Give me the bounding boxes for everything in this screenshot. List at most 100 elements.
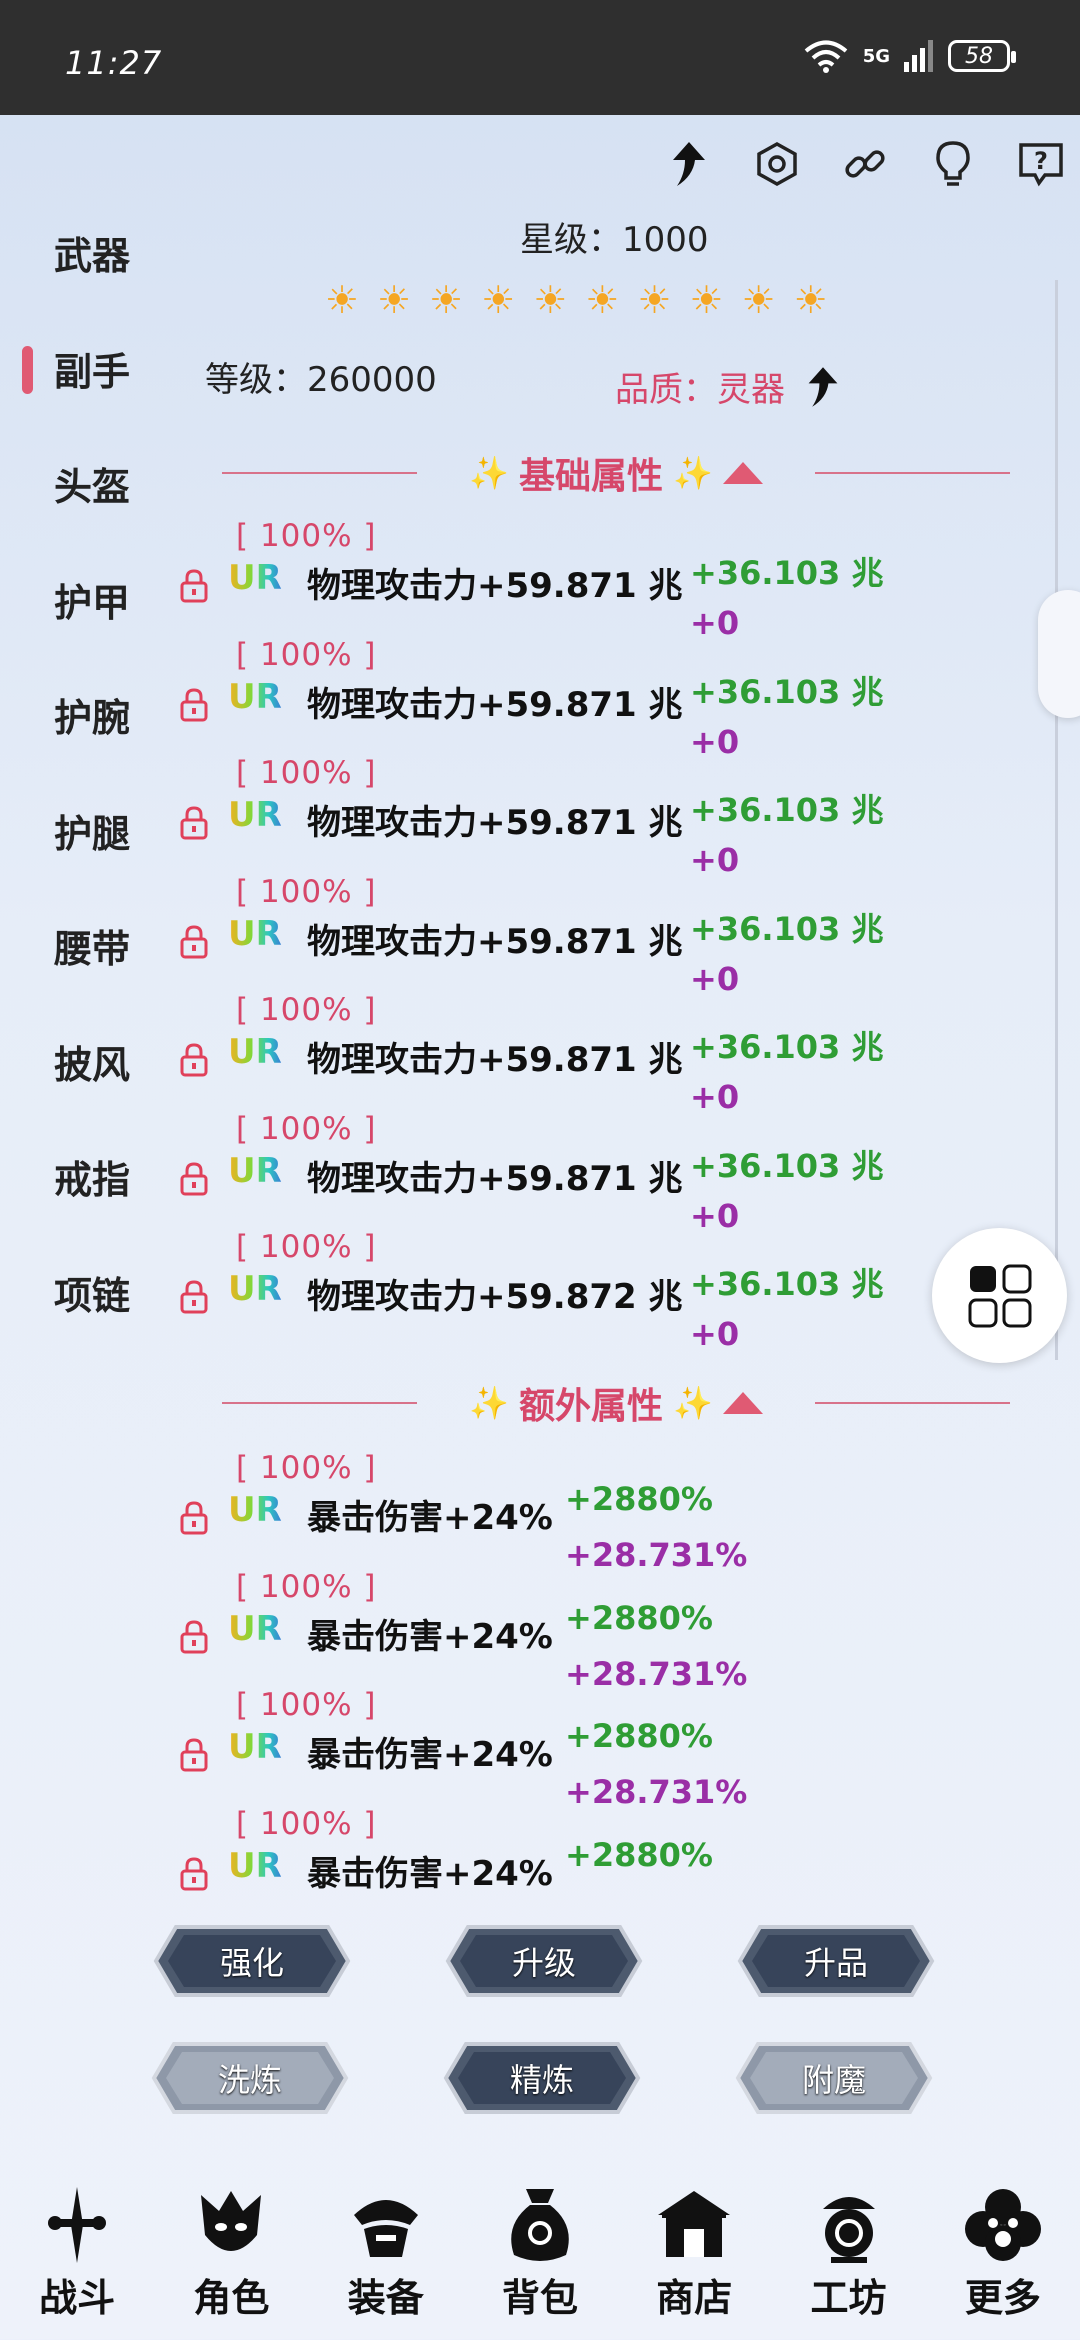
sidebar-item-helmet[interactable]: 头盔 <box>0 456 170 572</box>
settings-hex-icon[interactable] <box>748 135 806 193</box>
lightbulb-icon[interactable] <box>924 135 982 193</box>
sidebar-item-belt[interactable]: 腰带 <box>0 918 170 1034</box>
upgrade-quality-button[interactable]: 升品 <box>722 1915 950 2007</box>
attribute-row: [ 100% ] UR 物理攻击力+59.871 兆 +36.103 兆 +0 <box>180 755 1040 879</box>
sun-icon: ☀ <box>689 278 724 322</box>
lock-icon[interactable] <box>180 1042 208 1078</box>
quick-menu-button[interactable] <box>932 1228 1067 1363</box>
refine-button[interactable]: 精炼 <box>428 2032 656 2124</box>
top-toolbar: ? <box>660 135 1070 193</box>
sidebar-item-necklace[interactable]: 项链 <box>0 1265 170 1381</box>
side-pull-tab[interactable] <box>1038 590 1080 718</box>
lock-icon[interactable] <box>180 687 208 723</box>
lock-icon[interactable] <box>180 1856 208 1892</box>
collapse-triangle-icon[interactable] <box>722 462 763 484</box>
sidebar-item-armor[interactable]: 护甲 <box>0 572 170 688</box>
sidebar-item-ring[interactable]: 戒指 <box>0 1149 170 1265</box>
equipment-level: 等级：260000 <box>205 360 437 400</box>
nav-shop[interactable]: 商店 <box>624 2185 764 2340</box>
sidebar-item-bracers[interactable]: 护腕 <box>0 687 170 803</box>
nav-bag[interactable]: 背包 <box>470 2185 610 2340</box>
grade-badge: UR <box>228 1150 282 1191</box>
sparkle-icon: ✨ <box>673 1384 713 1422</box>
sidebar-item-offhand[interactable]: 副手 <box>0 341 170 457</box>
attribute-value: 暴击伤害+24% <box>307 1498 553 1538</box>
attribute-value: 物理攻击力+59.871 兆 <box>307 566 683 606</box>
sun-icon: ☀ <box>585 278 620 322</box>
bonus-value: +2880% <box>565 1717 713 1755</box>
sun-icon: ☀ <box>533 278 568 322</box>
nav-workshop[interactable]: 工坊 <box>779 2185 919 2340</box>
sun-icon: ☀ <box>325 278 360 322</box>
divider <box>815 1402 1010 1404</box>
grade-badge: UR <box>228 795 282 835</box>
quality-up-arrow-icon[interactable] <box>805 365 841 409</box>
sun-icon: ☀ <box>377 278 412 322</box>
reroll-button[interactable]: 洗炼 <box>136 2032 364 2124</box>
lock-icon[interactable] <box>180 1279 208 1315</box>
sidebar-item-weapon[interactable]: 武器 <box>0 225 170 341</box>
grade-badge: UR <box>228 1490 282 1530</box>
lock-icon[interactable] <box>180 1619 208 1655</box>
battery-icon: 58 <box>948 40 1016 72</box>
grade-badge: UR <box>228 1032 282 1072</box>
bonus-value: +36.103 兆 <box>690 1028 884 1066</box>
bonus-value: +36.103 兆 <box>690 672 884 711</box>
strengthen-button[interactable]: 强化 <box>138 1915 366 2007</box>
attribute-value: 物理攻击力+59.871 兆 <box>307 684 683 725</box>
upgrade-arrow-icon[interactable] <box>660 135 718 193</box>
extra-attributes-header[interactable]: ✨ 额外属性 ✨ <box>222 1378 1010 1428</box>
status-bar: 11:27 5G 58 <box>0 0 1080 115</box>
attribute-row: [ 100% ] UR 物理攻击力+59.871 兆 +36.103 兆 +0 <box>180 1111 1040 1235</box>
lock-icon[interactable] <box>180 805 208 841</box>
help-icon[interactable]: ? <box>1012 135 1070 193</box>
bottom-nav: 战斗 角色 装备 背包 商店 工坊 更多 <box>0 2185 1080 2340</box>
bonus-value: +36.103 兆 <box>690 909 884 948</box>
sidebar-item-leggings[interactable]: 护腿 <box>0 803 170 919</box>
lock-icon[interactable] <box>180 1500 208 1536</box>
scrollbar[interactable] <box>1055 280 1058 1360</box>
sun-icon: ☀ <box>637 278 672 322</box>
attribute-row: [ 100% ] UR 物理攻击力+59.871 兆 +36.103 兆 +0 <box>180 873 1040 998</box>
roll-percent: [ 100% ] <box>236 1687 377 1723</box>
roll-percent: [ 100% ] <box>236 1229 377 1265</box>
sparkle-icon: ✨ <box>469 1384 509 1422</box>
nav-more[interactable]: 更多 <box>933 2185 1073 2340</box>
equipment-quality: 品质：灵器 <box>615 362 841 411</box>
lock-icon[interactable] <box>180 568 208 604</box>
attribute-value: 暴击伤害+24% <box>307 1853 553 1894</box>
enchant-button[interactable]: 附魔 <box>720 2032 948 2124</box>
roll-percent: [ 100% ] <box>236 873 377 910</box>
attribute-row: [ 100% ] UR 物理攻击力+59.871 兆 +36.103 兆 +0 <box>180 992 1040 1116</box>
sparkle-icon: ✨ <box>673 454 713 492</box>
lock-icon[interactable] <box>180 1737 208 1773</box>
attribute-row: [ 100% ] UR 暴击伤害+24% +2880% +28.731% <box>180 1687 1040 1811</box>
nav-character[interactable]: 角色 <box>161 2185 301 2340</box>
lock-icon[interactable] <box>180 924 208 960</box>
upgrade-button[interactable]: 升级 <box>430 1915 658 2007</box>
roll-percent: [ 100% ] <box>236 636 377 673</box>
roll-percent: [ 100% ] <box>236 1450 377 1486</box>
lock-icon[interactable] <box>180 1161 208 1197</box>
sidebar-item-cape[interactable]: 披风 <box>0 1034 170 1150</box>
section-title: 基础属性 <box>518 456 663 497</box>
link-icon[interactable] <box>836 135 894 193</box>
attribute-value: 暴击伤害+24% <box>307 1616 553 1657</box>
basic-attributes-header[interactable]: ✨ 基础属性 ✨ <box>222 448 1010 498</box>
grid-menu-icon <box>968 1264 1031 1327</box>
more-cloud-icon <box>964 2189 1041 2261</box>
wifi-icon <box>804 40 847 73</box>
roll-percent: [ 100% ] <box>236 755 377 791</box>
collapse-triangle-icon[interactable] <box>722 1392 763 1414</box>
grade-badge: UR <box>228 1727 282 1767</box>
divider <box>222 472 417 474</box>
sun-icon: ☀ <box>793 278 828 322</box>
roll-percent: [ 100% ] <box>236 1805 377 1842</box>
nav-battle[interactable]: 战斗 <box>7 2185 147 2340</box>
attribute-row: [ 100% ] UR 物理攻击力+59.872 兆 +36.103 兆 +0 <box>180 1229 1040 1353</box>
clock: 11:27 <box>65 44 163 82</box>
nav-equipment[interactable]: 装备 <box>316 2185 456 2340</box>
attribute-row: [ 100% ] UR 暴击伤害+24% +2880% <box>180 1806 1040 1921</box>
bonus-value: +2880% <box>565 1598 713 1637</box>
grade-badge: UR <box>228 558 282 598</box>
